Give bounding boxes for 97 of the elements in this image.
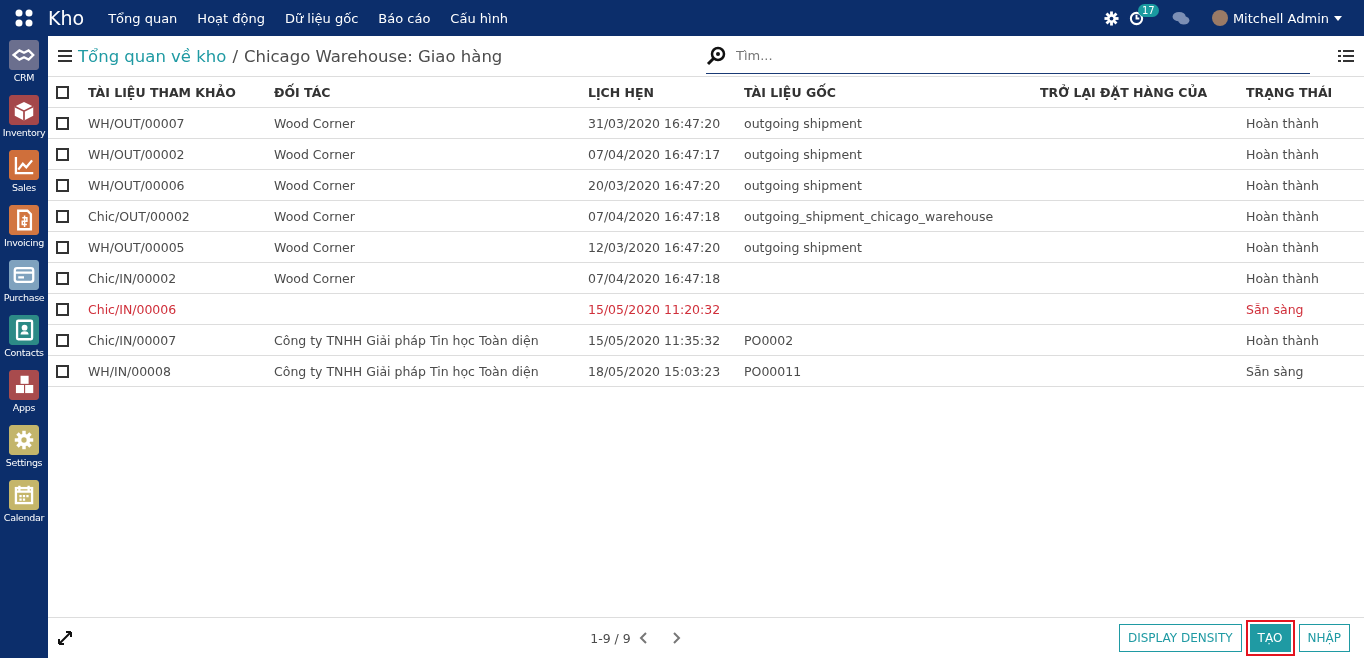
table-cell: outgoing shipment	[744, 239, 862, 255]
table-cell: Công ty TNHH Giải pháp Tin học Toàn diện	[274, 332, 539, 348]
row-checkbox[interactable]	[56, 333, 69, 347]
menu-item[interactable]: Cấu hình	[440, 10, 519, 26]
table-cell: PO0002	[744, 332, 794, 348]
caret-icon	[1334, 15, 1342, 21]
search-icon[interactable]	[706, 45, 728, 66]
app-label[interactable]: Calendar	[3, 512, 45, 523]
table-cell: Chic/OUT/00002	[88, 208, 190, 224]
select-all-checkbox[interactable]	[56, 85, 69, 99]
breadcrumb-separator: /	[232, 46, 238, 66]
table-cell: outgoing shipment	[744, 146, 862, 162]
activity-count-badge: 17	[1137, 3, 1159, 17]
column-header[interactable]: ĐỐI TÁC	[266, 77, 580, 108]
table-cell: 18/05/2020 15:03:23	[588, 363, 721, 379]
table-cell: Hoàn thành	[1246, 239, 1319, 255]
table-cell: Wood Corner	[274, 177, 355, 193]
app-label[interactable]: Inventory	[2, 127, 46, 138]
apps-grid-icon[interactable]	[14, 8, 34, 28]
column-header[interactable]: TRẠNG THÁI	[1238, 77, 1364, 108]
column-header[interactable]: TÀI LIỆU GỐC	[736, 77, 1032, 108]
pager-range: 1-9 / 9	[590, 630, 631, 646]
table-cell: Wood Corner	[274, 146, 355, 162]
column-header[interactable]: TRỞ LẠI ĐẶT HÀNG CỦA	[1032, 77, 1238, 108]
list-view-icon[interactable]	[1338, 49, 1354, 63]
table-cell: Hoàn thành	[1246, 115, 1319, 131]
table-cell: 07/04/2020 16:47:17	[588, 146, 721, 162]
table-cell: Chic/IN/00007	[88, 332, 177, 348]
app-label[interactable]: Apps	[12, 402, 36, 413]
table-cell: Chic/IN/00002	[88, 270, 177, 286]
table-cell: WH/OUT/00007	[88, 115, 185, 131]
app-label[interactable]: Invoicing	[3, 237, 45, 248]
menu-item[interactable]: Hoạt động	[187, 10, 275, 26]
chevron-left-icon[interactable]	[638, 632, 647, 644]
column-header[interactable]: TÀI LIỆU THAM KHẢO	[80, 77, 266, 108]
table-cell: outgoing shipment	[744, 177, 862, 193]
app-label[interactable]: Sales	[12, 182, 36, 193]
chat-icon[interactable]	[1171, 10, 1190, 26]
app-label[interactable]: Contacts	[4, 347, 44, 358]
menu-icon[interactable]	[58, 50, 72, 62]
clock-icon[interactable]	[1128, 10, 1144, 26]
table-cell: 07/04/2020 16:47:18	[588, 208, 721, 224]
row-checkbox[interactable]	[56, 147, 69, 161]
row-checkbox[interactable]	[56, 209, 69, 223]
menu-item[interactable]: Báo cáo	[368, 10, 441, 26]
expand-icon[interactable]	[58, 631, 72, 645]
table-cell: WH/OUT/00002	[88, 146, 185, 162]
table-cell: Wood Corner	[274, 270, 355, 286]
settings-icon[interactable]	[1103, 10, 1119, 26]
table-cell: WH/OUT/00005	[88, 239, 185, 255]
card-icon[interactable]	[9, 260, 39, 290]
contact-book-icon[interactable]	[9, 315, 39, 345]
table-cell: 15/05/2020 11:35:32	[588, 332, 721, 348]
table-cell: 12/03/2020 16:47:20	[588, 239, 721, 255]
table-cell: Wood Corner	[274, 115, 355, 131]
table-cell: Wood Corner	[274, 208, 355, 224]
box-icon[interactable]	[9, 95, 39, 125]
menu-item[interactable]: Tổng quan	[98, 10, 188, 26]
table-cell: Công ty TNHH Giải pháp Tin học Toàn diện	[274, 363, 539, 379]
table-cell: 07/04/2020 16:47:18	[588, 270, 721, 286]
table-cell: Chic/IN/00006	[88, 301, 177, 317]
user-menu[interactable]: Mitchell Admin	[1211, 10, 1342, 26]
table-cell: Sẵn sàng	[1246, 363, 1304, 379]
chevron-right-icon[interactable]	[672, 632, 681, 644]
table-cell: PO00011	[744, 363, 802, 379]
table-cell: Hoàn thành	[1246, 332, 1319, 348]
table-cell: outgoing shipment	[744, 115, 862, 131]
avatar-icon	[1211, 10, 1228, 26]
table-cell: Hoàn thành	[1246, 177, 1319, 193]
row-checkbox[interactable]	[56, 116, 69, 130]
table-cell: 20/03/2020 16:47:20	[588, 177, 721, 193]
cubes-icon[interactable]	[9, 370, 39, 400]
row-checkbox[interactable]	[56, 302, 69, 316]
table-cell: 15/05/2020 11:20:32	[588, 301, 721, 317]
table-cell: Sẵn sàng	[1246, 301, 1304, 317]
chart-icon[interactable]	[9, 150, 39, 180]
table-cell: WH/OUT/00006	[88, 177, 185, 193]
action-button[interactable]: NHẬP	[1298, 624, 1350, 652]
table-cell: Wood Corner	[274, 239, 355, 255]
menu-item[interactable]: Dữ liệu gốc	[275, 10, 369, 26]
table-cell: WH/IN/00008	[88, 363, 171, 379]
app-label[interactable]: Purchase	[3, 292, 45, 303]
action-button[interactable]: DISPLAY DENSITY	[1118, 624, 1242, 652]
column-header[interactable]: LỊCH HẸN	[580, 77, 736, 108]
table-cell: Hoàn thành	[1246, 146, 1319, 162]
table-cell: outgoing_shipment_chicago_warehouse	[744, 208, 994, 224]
row-checkbox[interactable]	[56, 364, 69, 378]
row-checkbox[interactable]	[56, 178, 69, 192]
table-cell: Hoàn thành	[1246, 208, 1319, 224]
row-checkbox[interactable]	[56, 271, 69, 285]
table-cell: Hoàn thành	[1246, 270, 1319, 286]
breadcrumb-current: Chicago Warehouse: Giao hàng	[243, 46, 503, 66]
app-title: Kho	[48, 7, 85, 29]
row-checkbox[interactable]	[56, 240, 69, 254]
table-cell: 31/03/2020 16:47:20	[588, 115, 721, 131]
app-label[interactable]: CRM	[13, 72, 35, 83]
app-label[interactable]: Settings	[5, 457, 43, 468]
